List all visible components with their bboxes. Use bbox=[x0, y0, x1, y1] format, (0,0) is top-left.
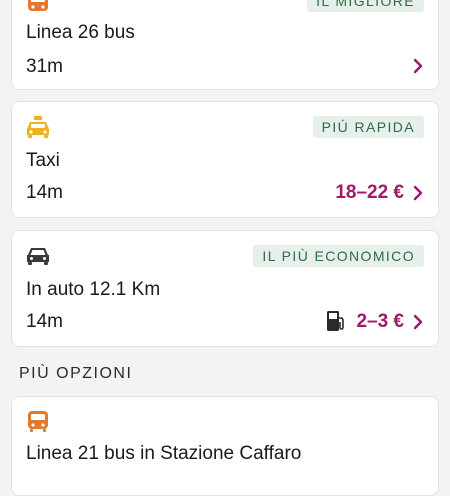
chevron-right-icon[interactable] bbox=[412, 313, 424, 331]
bus-icon bbox=[28, 0, 48, 11]
more-options-heading: PIÙ OPZIONI bbox=[19, 365, 133, 382]
route-card-bus-option[interactable]: Linea 21 bus in Stazione Caffaro bbox=[11, 396, 439, 496]
route-card-car[interactable]: IL PIÙ ECONOMICO In auto 12.1 Km 14m 2–3… bbox=[11, 230, 439, 347]
fuel-cost: 2–3 € bbox=[356, 311, 404, 332]
route-duration: 31m bbox=[26, 56, 63, 77]
bus-icon bbox=[28, 411, 48, 432]
best-badge: IL MIGLIORE bbox=[307, 0, 424, 12]
price-range: 18–22 € bbox=[335, 182, 404, 203]
cheapest-badge: IL PIÙ ECONOMICO bbox=[253, 245, 424, 267]
taxi-icon bbox=[27, 116, 49, 138]
chevron-right-icon[interactable] bbox=[412, 57, 424, 75]
chevron-right-icon[interactable] bbox=[412, 184, 424, 202]
fuel-pump-icon bbox=[327, 311, 344, 331]
route-duration: 14m bbox=[26, 311, 63, 332]
route-title: Linea 26 bus bbox=[26, 22, 135, 43]
route-card-taxi[interactable]: PIÚ RAPIDA Taxi 14m 18–22 € bbox=[11, 101, 439, 218]
route-duration: 14m bbox=[26, 182, 63, 203]
route-card-bus[interactable]: IL MIGLIORE Linea 26 bus 31m bbox=[11, 0, 439, 90]
route-title: Linea 21 bus in Stazione Caffaro bbox=[26, 443, 302, 464]
fastest-badge: PIÚ RAPIDA bbox=[312, 116, 424, 138]
route-title: Taxi bbox=[26, 150, 60, 171]
car-icon bbox=[27, 248, 49, 265]
route-title: In auto 12.1 Km bbox=[26, 279, 161, 300]
